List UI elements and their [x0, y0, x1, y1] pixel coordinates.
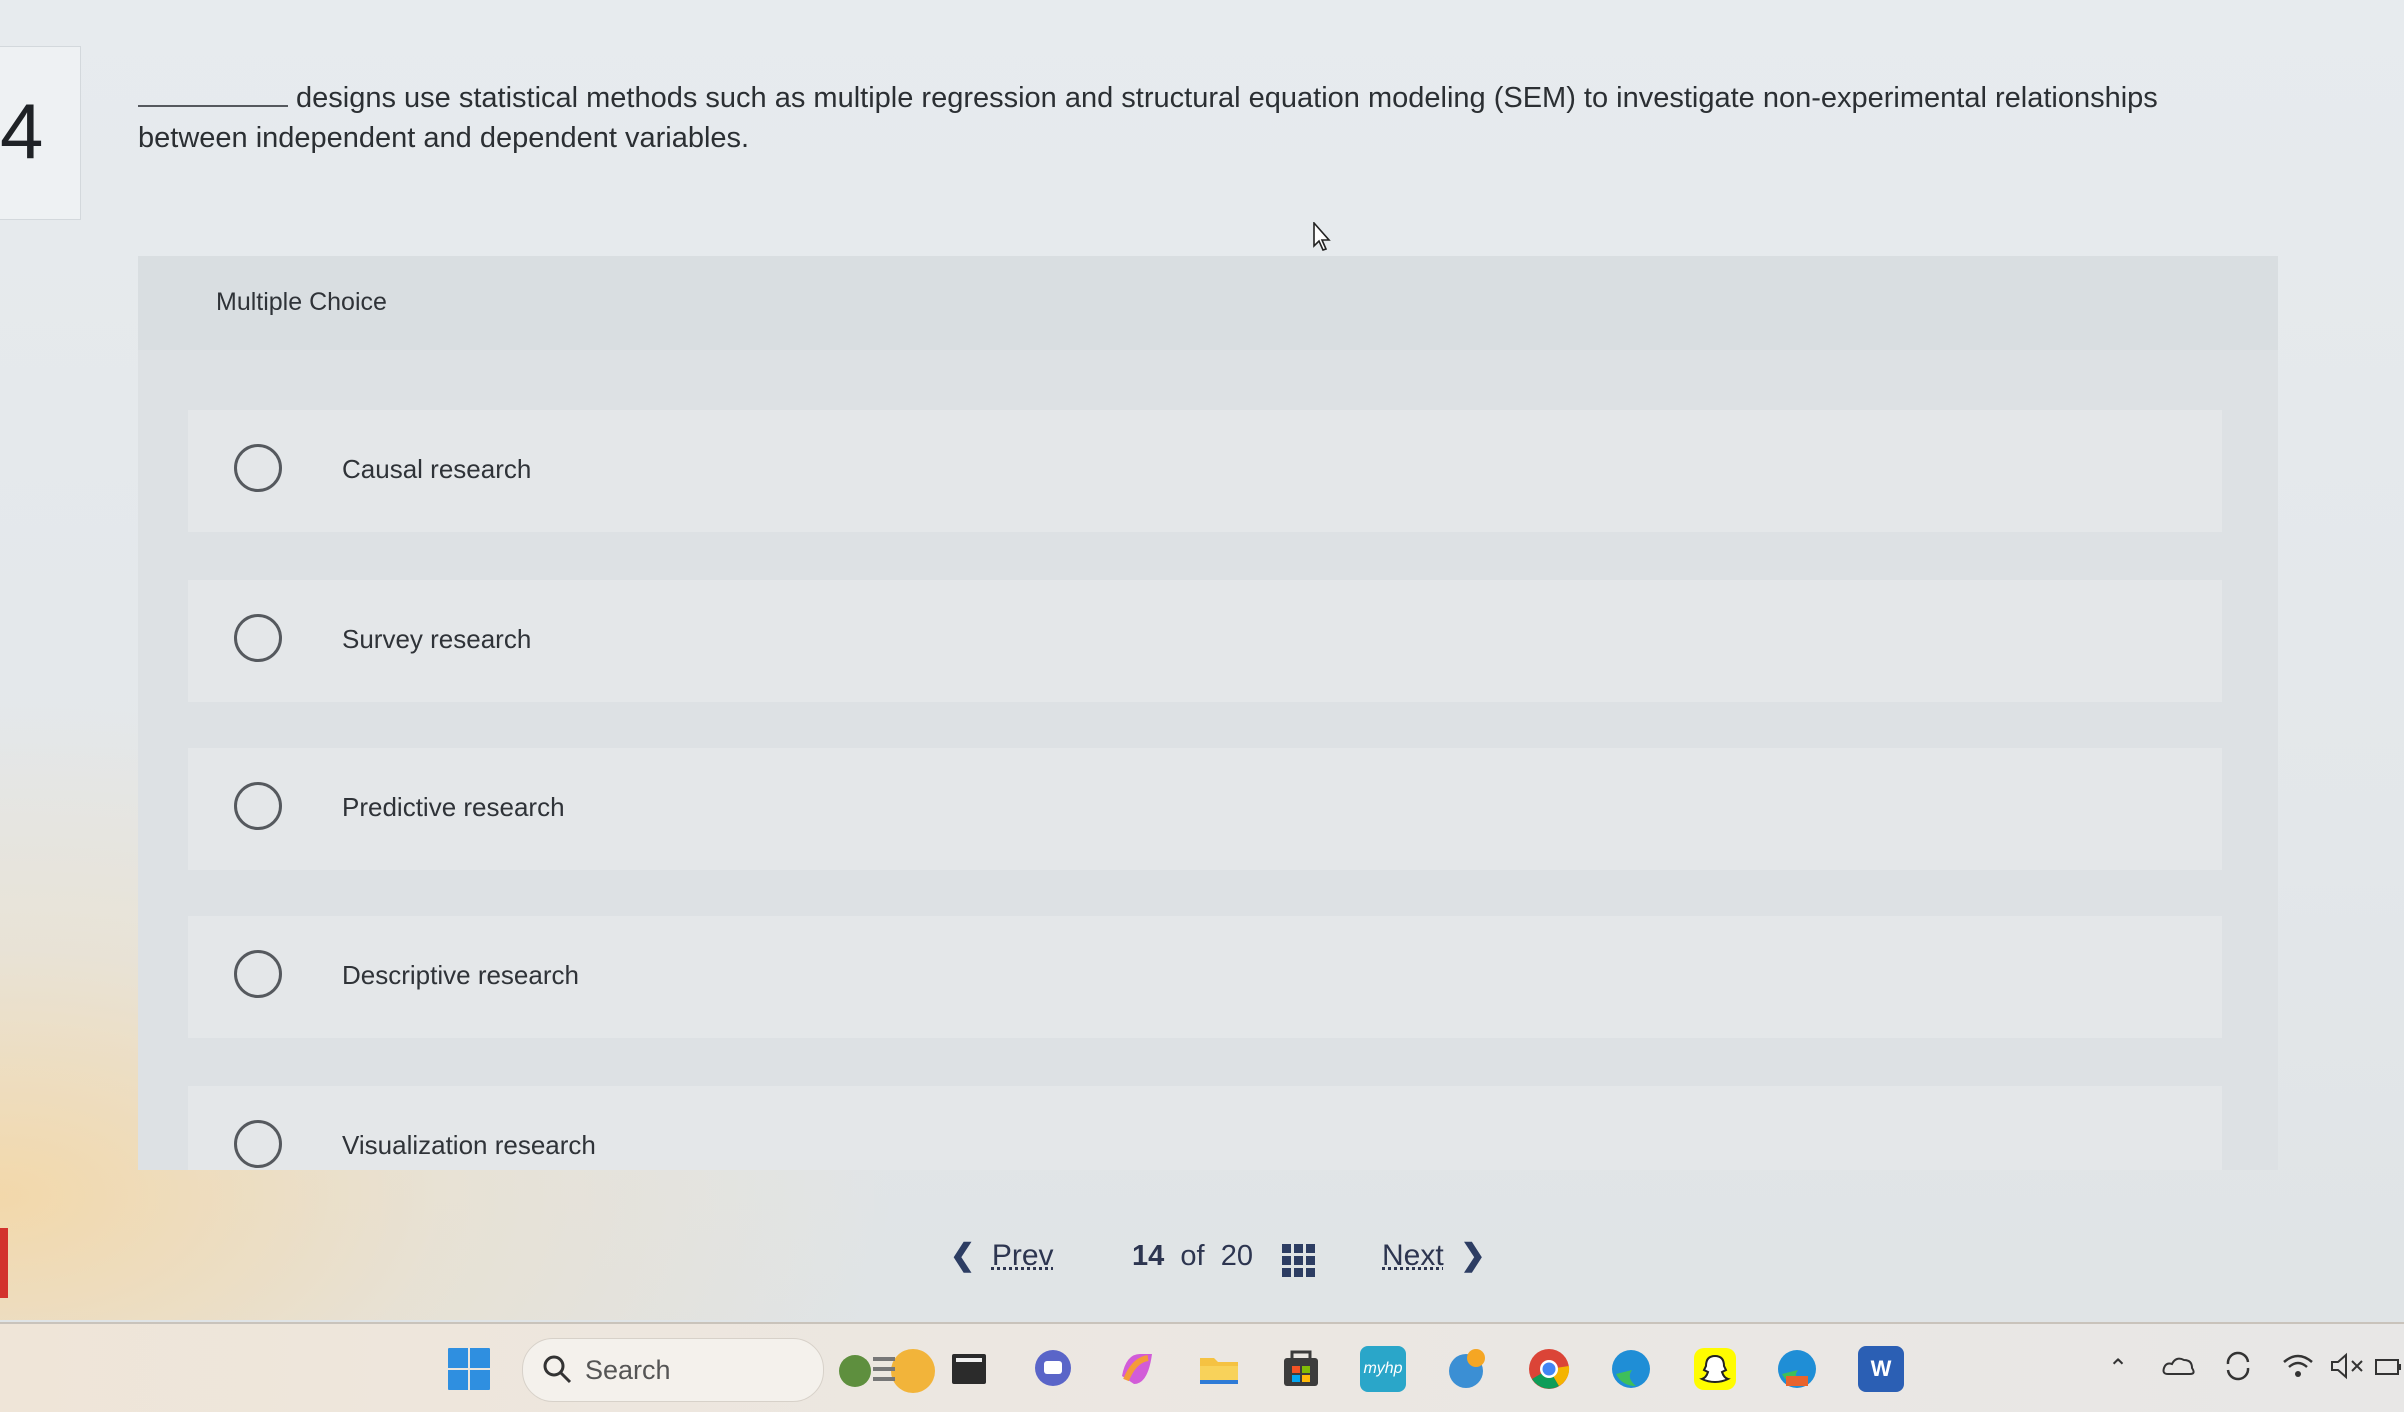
current-page: 14: [1132, 1240, 1165, 1272]
word-icon[interactable]: W: [1858, 1346, 1904, 1392]
chevron-left-icon: ❮: [950, 1239, 976, 1272]
radio-button[interactable]: [234, 782, 282, 830]
chevron-up-icon[interactable]: ⌃: [2108, 1354, 2128, 1383]
teams-chat-icon[interactable]: [1030, 1346, 1076, 1392]
myhp-icon[interactable]: myhp: [1360, 1346, 1406, 1392]
mouse-cursor-icon: [1313, 222, 1331, 251]
question-grid-icon[interactable]: [1282, 1244, 1316, 1278]
radio-button[interactable]: [234, 614, 282, 662]
choice-label: Causal research: [342, 454, 532, 484]
taskbar: Search myhp W ⌃: [0, 1324, 2404, 1412]
wifi-icon[interactable]: [2282, 1352, 2314, 1380]
choice-predictive-research[interactable]: Predictive research: [188, 748, 2222, 870]
total-pages: 20: [1220, 1240, 1253, 1272]
choice-causal-research[interactable]: Causal research: [188, 410, 2222, 532]
onedrive-icon[interactable]: [2162, 1352, 2196, 1378]
edge-active-icon[interactable]: [1774, 1346, 1820, 1392]
question-number: 4: [0, 87, 44, 175]
edge-icon[interactable]: [1608, 1346, 1654, 1392]
search-placeholder: Search: [585, 1355, 671, 1385]
choice-visualization-research[interactable]: Visualization research: [188, 1086, 2222, 1170]
page-indicator: 14 of 20: [1132, 1240, 1253, 1273]
choice-label: Predictive research: [342, 792, 565, 822]
choice-label: Descriptive research: [342, 960, 579, 990]
choice-label: Visualization research: [342, 1130, 596, 1160]
folder-icon[interactable]: [1196, 1346, 1242, 1392]
file-explorer-dark-icon[interactable]: [946, 1346, 992, 1392]
next-label: Next: [1382, 1239, 1444, 1272]
choice-descriptive-research[interactable]: Descriptive research: [188, 916, 2222, 1038]
snapchat-icon[interactable]: [1692, 1346, 1738, 1392]
chevron-right-icon: ❯: [1460, 1239, 1486, 1272]
battery-icon[interactable]: [2374, 1352, 2402, 1380]
volume-muted-icon[interactable]: [2330, 1352, 2364, 1380]
sync-icon[interactable]: [2222, 1350, 2254, 1382]
multiple-choice-label: Multiple Choice: [216, 288, 387, 316]
radio-button[interactable]: [234, 1120, 282, 1168]
radio-button[interactable]: [234, 950, 282, 998]
search-icon: [543, 1355, 572, 1384]
radio-button[interactable]: [234, 444, 282, 492]
next-button[interactable]: Next ❯: [1382, 1238, 1486, 1288]
prev-label: Prev: [991, 1239, 1054, 1272]
choice-survey-research[interactable]: Survey research: [188, 580, 2222, 702]
question-text-block: designs use statistical methods such as …: [138, 78, 2218, 158]
multiple-choice-header: Multiple Choice: [138, 256, 2278, 350]
multiple-choice-panel: Multiple Choice Causal research Survey r…: [138, 256, 2278, 1170]
store-icon[interactable]: [1278, 1346, 1324, 1392]
chrome-icon[interactable]: [1526, 1346, 1572, 1392]
prev-button[interactable]: ❮ Prev: [950, 1238, 1054, 1288]
question-text: designs use statistical methods such as …: [138, 82, 2158, 154]
app-icon[interactable]: [1444, 1346, 1490, 1392]
side-marker: [0, 1228, 8, 1298]
windows-start-icon[interactable]: [446, 1346, 492, 1392]
copilot-icon[interactable]: [1114, 1346, 1160, 1392]
fill-in-blank: [138, 79, 288, 107]
widgets-icon[interactable]: [829, 1339, 949, 1401]
taskbar-search[interactable]: Search: [522, 1338, 935, 1402]
choice-label: Survey research: [342, 624, 532, 654]
of-label: of: [1180, 1240, 1205, 1272]
